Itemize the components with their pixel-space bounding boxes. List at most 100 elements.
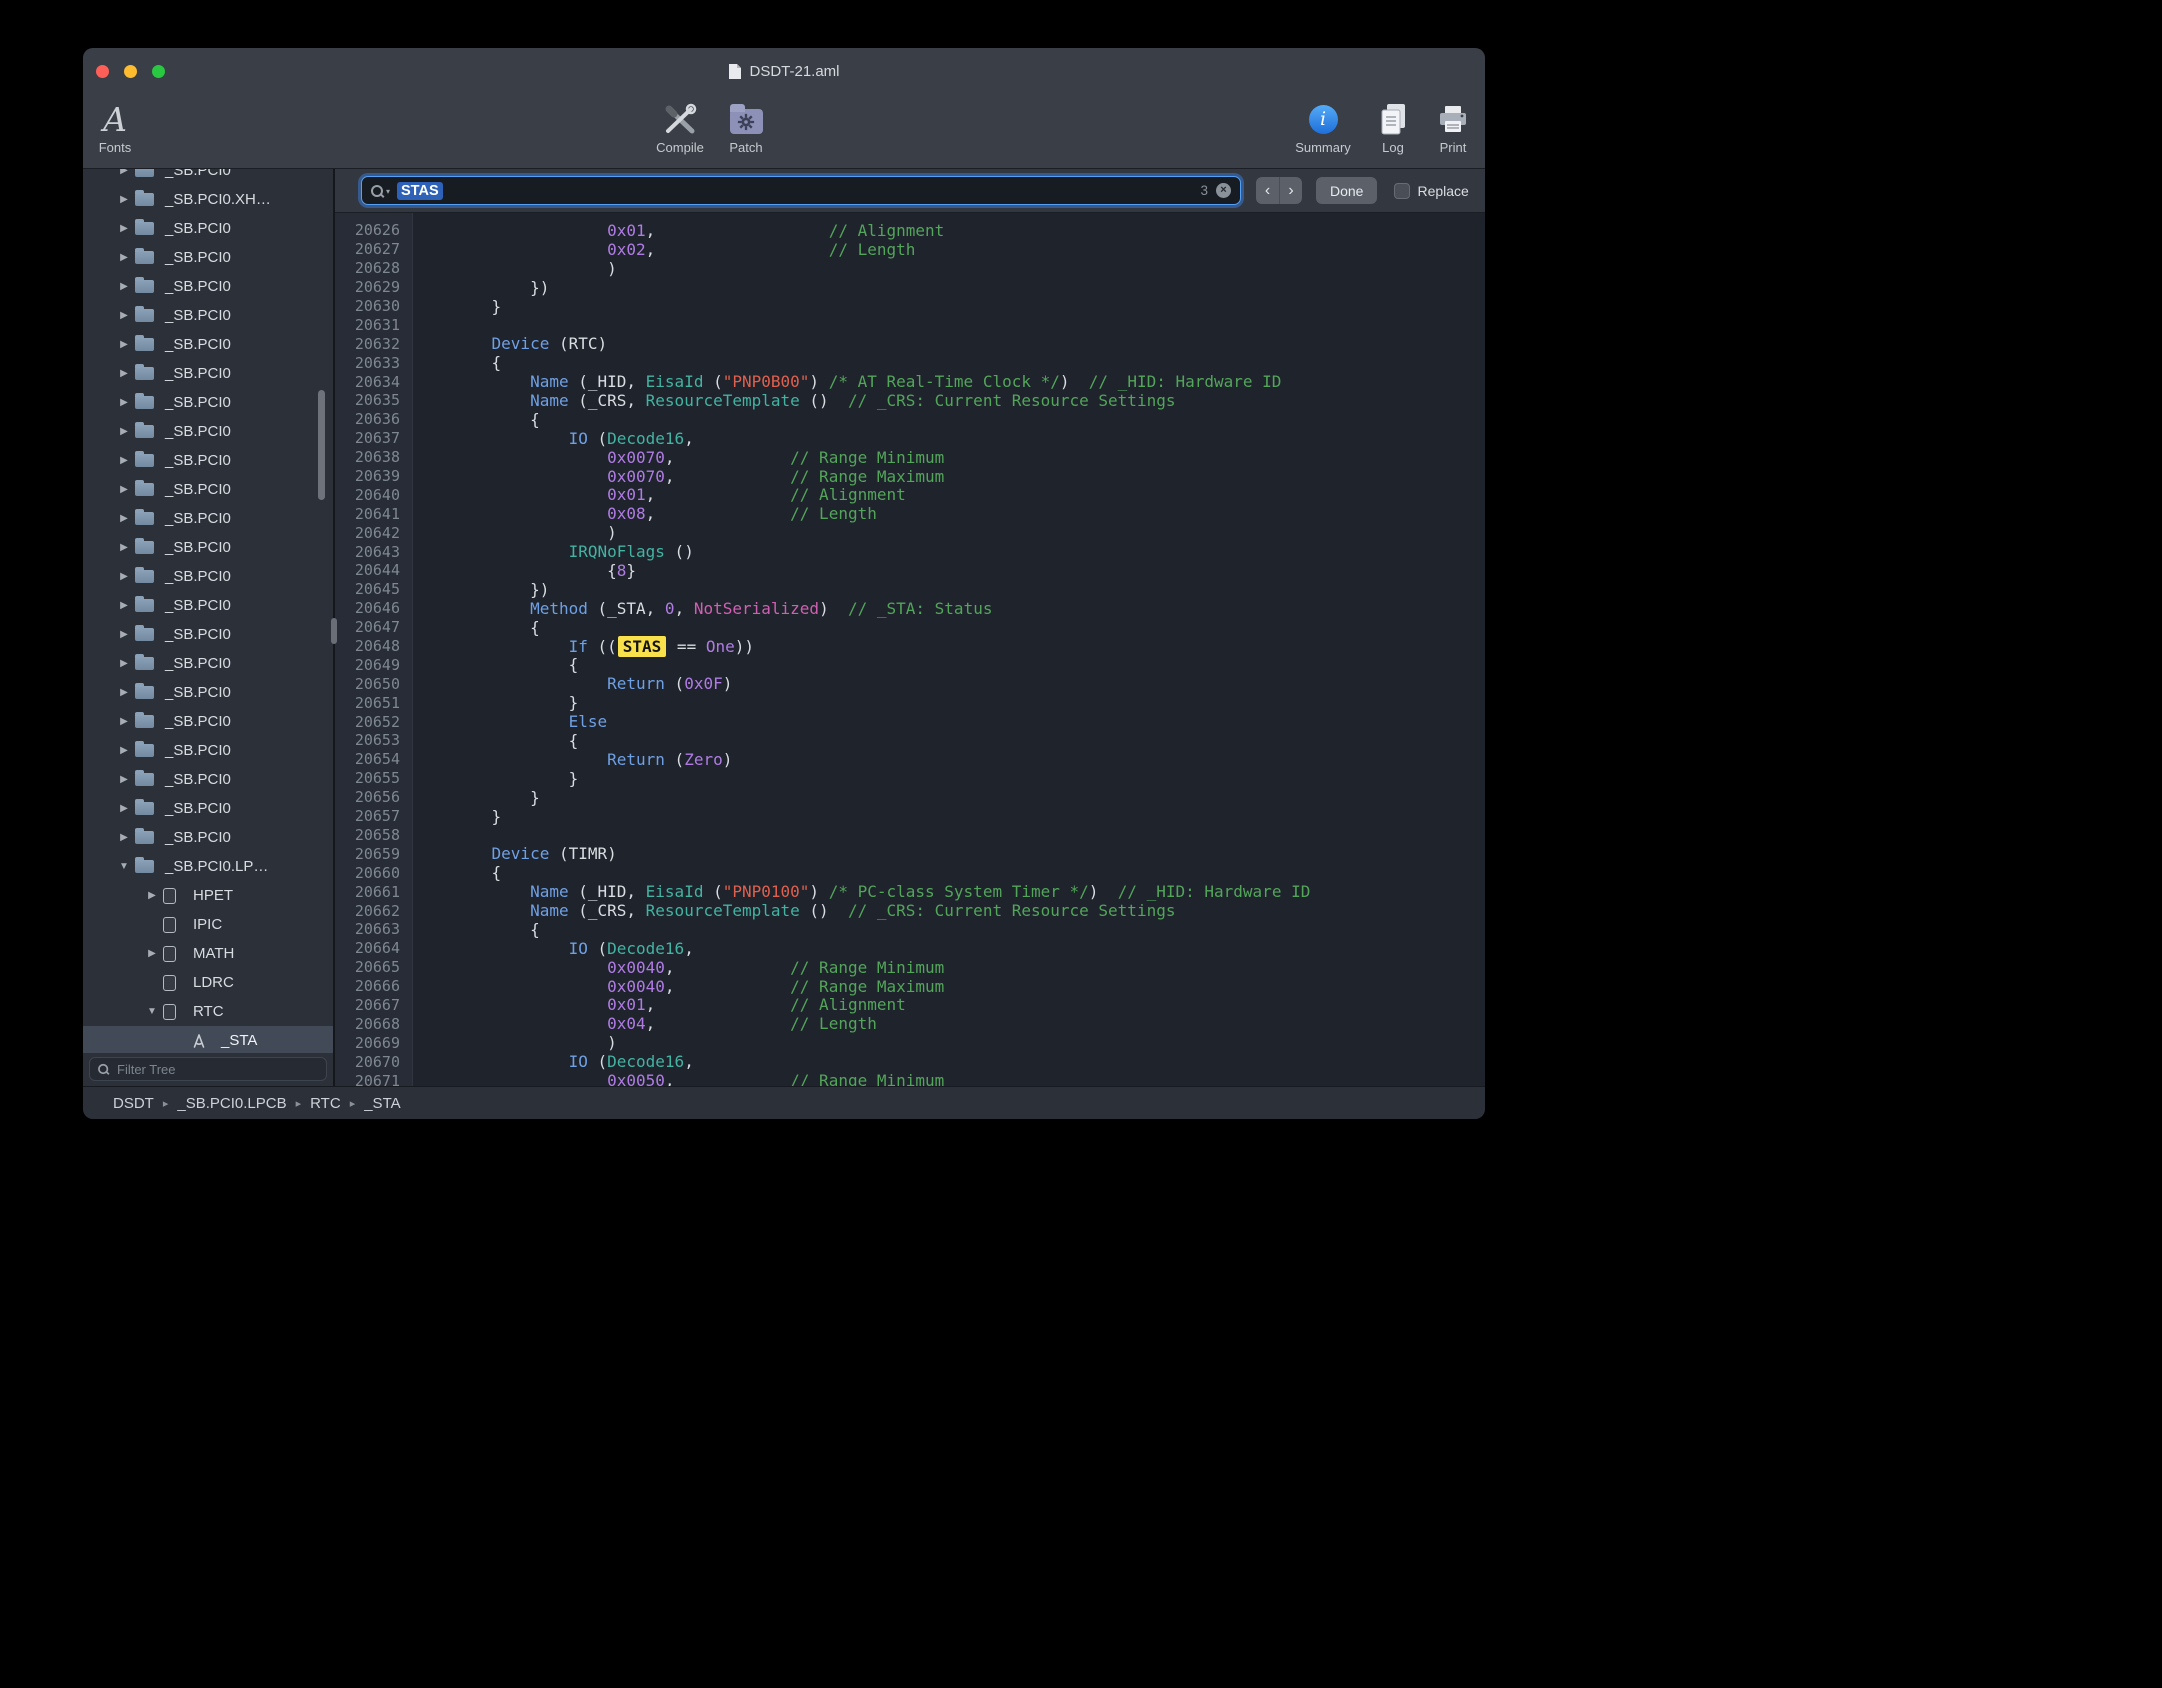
disclosure-triangle-icon[interactable]: ▶ — [113, 455, 135, 466]
disclosure-triangle-icon[interactable]: ▶ — [113, 310, 135, 321]
summary-button[interactable]: i Summary — [1288, 100, 1358, 155]
tree-item[interactable]: ▼RTC — [83, 997, 333, 1026]
disclosure-triangle-icon[interactable]: ▶ — [113, 426, 135, 437]
tree-item[interactable]: ▶ _SB.PCI0 — [83, 243, 333, 272]
disclosure-triangle-icon[interactable]: ▶ — [113, 252, 135, 263]
line-number: 20636 — [335, 410, 413, 428]
disclosure-triangle-icon[interactable]: ▶ — [113, 542, 135, 553]
tree-item[interactable]: ▶_SB.PCI0 — [83, 330, 333, 359]
print-button[interactable]: Print — [1429, 100, 1477, 155]
log-button[interactable]: Log — [1371, 100, 1415, 155]
disclosure-triangle-icon[interactable]: ▶ — [113, 832, 135, 843]
filter-field[interactable] — [89, 1057, 327, 1081]
tree-item[interactable]: ▶MATH — [83, 939, 333, 968]
compile-button[interactable]: Compile — [650, 100, 710, 155]
done-button[interactable]: Done — [1316, 177, 1377, 204]
tree-item[interactable]: ▶_SB.PCI0.XH… — [83, 185, 333, 214]
disclosure-triangle-icon[interactable]: ▶ — [113, 629, 135, 640]
disclosure-triangle-icon[interactable]: ▶ — [113, 223, 135, 234]
tree-item[interactable]: ▶_SB.PCI0 — [83, 504, 333, 533]
device-icon — [163, 975, 193, 991]
titlebar[interactable]: DSDT-21.aml — [83, 48, 1485, 94]
disclosure-triangle-icon[interactable]: ▼ — [113, 861, 135, 872]
tree-item[interactable]: ▶_SB.PCI0 — [83, 301, 333, 330]
compile-tools-icon — [661, 100, 699, 138]
sidebar-scrollbar[interactable] — [318, 390, 325, 500]
disclosure-triangle-icon[interactable]: ▶ — [113, 600, 135, 611]
replace-checkbox[interactable] — [1394, 183, 1410, 199]
tree-item[interactable]: ▶_SB.PCI0 — [83, 359, 333, 388]
disclosure-triangle-icon[interactable]: ▶ — [141, 948, 163, 959]
zoom-button[interactable] — [152, 65, 165, 78]
disclosure-triangle-icon[interactable]: ▶ — [113, 658, 135, 669]
tree-item-label: IPIC — [193, 916, 222, 933]
tree-view[interactable]: ▶_SB.PCI0▶_SB.PCI0.XH…▶_SB.PCI0▶_SB.PCI0… — [83, 169, 333, 1053]
fonts-button[interactable]: A Fonts — [93, 100, 137, 155]
disclosure-triangle-icon[interactable]: ▶ — [113, 169, 135, 176]
patch-button[interactable]: Patch — [720, 100, 772, 155]
disclosure-triangle-icon[interactable]: ▶ — [113, 716, 135, 727]
tree-item-label: _SB.PCI0 — [165, 423, 231, 440]
tree-item[interactable]: _STA — [83, 1026, 333, 1053]
code-editor[interactable]: 20626 0x01, // Alignment20627 0x02, // L… — [335, 213, 1485, 1086]
code-line-text: 0x0040, // Range Minimum — [413, 958, 944, 977]
tree-item[interactable]: ▶_SB.PCI0 — [83, 272, 333, 301]
tree-item[interactable]: ▶_SB.PCI0 — [83, 765, 333, 794]
tree-item[interactable]: ▶_SB.PCI0 — [83, 794, 333, 823]
find-previous-button[interactable]: ‹ — [1256, 177, 1279, 204]
disclosure-triangle-icon[interactable]: ▶ — [113, 774, 135, 785]
minimize-button[interactable] — [124, 65, 137, 78]
code-line: 20656 } — [335, 788, 1485, 807]
disclosure-triangle-icon[interactable]: ▶ — [113, 194, 135, 205]
tree-item[interactable]: ▼_SB.PCI0.LP… — [83, 852, 333, 881]
tree-item[interactable]: ▶_SB.PCI0 — [83, 649, 333, 678]
breadcrumb-item[interactable]: _STA — [364, 1095, 400, 1112]
disclosure-triangle-icon[interactable]: ▶ — [113, 571, 135, 582]
folder-icon — [135, 686, 165, 699]
disclosure-triangle-icon[interactable]: ▶ — [113, 687, 135, 698]
code-line: 20644 {8} — [335, 561, 1485, 580]
search-menu-chevron-icon[interactable]: ▾ — [386, 187, 390, 196]
disclosure-triangle-icon[interactable]: ▶ — [113, 484, 135, 495]
disclosure-triangle-icon[interactable]: ▶ — [141, 890, 163, 901]
disclosure-triangle-icon[interactable]: ▶ — [113, 397, 135, 408]
tree-item[interactable]: ▶_SB.PCI0 — [83, 678, 333, 707]
filter-tree-input[interactable] — [117, 1062, 319, 1077]
code-line: 20654 Return (Zero) — [335, 750, 1485, 769]
tree-item[interactable]: ▶_SB.PCI0 — [83, 533, 333, 562]
disclosure-triangle-icon[interactable]: ▼ — [141, 1006, 163, 1017]
tree-item[interactable]: ▶_SB.PCI0 — [83, 388, 333, 417]
disclosure-triangle-icon[interactable]: ▶ — [113, 745, 135, 756]
search-field[interactable]: ▾ STAS 3 × — [361, 176, 1241, 205]
find-next-button[interactable]: › — [1279, 177, 1302, 204]
line-number: 20663 — [335, 920, 413, 938]
disclosure-triangle-icon[interactable]: ▶ — [113, 339, 135, 350]
tree-item[interactable]: ▶_SB.PCI0 — [83, 169, 333, 185]
disclosure-triangle-icon[interactable]: ▶ — [113, 281, 135, 292]
disclosure-triangle-icon[interactable]: ▶ — [113, 513, 135, 524]
breadcrumb-item[interactable]: DSDT — [113, 1095, 154, 1112]
clear-search-icon[interactable]: × — [1216, 183, 1231, 198]
code-line-text: } — [413, 769, 578, 788]
tree-item[interactable]: IPIC — [83, 910, 333, 939]
breadcrumb-item[interactable]: _SB.PCI0.LPCB — [177, 1095, 286, 1112]
tree-item[interactable]: ▶ _SB.PCI0 — [83, 417, 333, 446]
tree-item-label: _SB.PCI0 — [165, 249, 231, 266]
tree-item[interactable]: ▶_SB.PCI0 — [83, 736, 333, 765]
tree-item[interactable]: ▶_SB.PCI0 — [83, 446, 333, 475]
tree-item[interactable]: ▶_SB.PCI0 — [83, 591, 333, 620]
tree-item[interactable]: ▶_SB.PCI0 — [83, 620, 333, 649]
tree-item[interactable]: LDRC — [83, 968, 333, 997]
pane-divider[interactable] — [333, 169, 335, 1086]
tree-item[interactable]: ▶_SB.PCI0 — [83, 475, 333, 504]
splitter-handle[interactable] — [331, 618, 337, 644]
tree-item[interactable]: ▶_SB.PCI0 — [83, 562, 333, 591]
disclosure-triangle-icon[interactable]: ▶ — [113, 803, 135, 814]
tree-item[interactable]: ▶HPET — [83, 881, 333, 910]
disclosure-triangle-icon[interactable]: ▶ — [113, 368, 135, 379]
tree-item[interactable]: ▶_SB.PCI0 — [83, 707, 333, 736]
breadcrumb-item[interactable]: RTC — [310, 1095, 341, 1112]
tree-item[interactable]: ▶_SB.PCI0 — [83, 214, 333, 243]
close-button[interactable] — [96, 65, 109, 78]
tree-item[interactable]: ▶_SB.PCI0 — [83, 823, 333, 852]
